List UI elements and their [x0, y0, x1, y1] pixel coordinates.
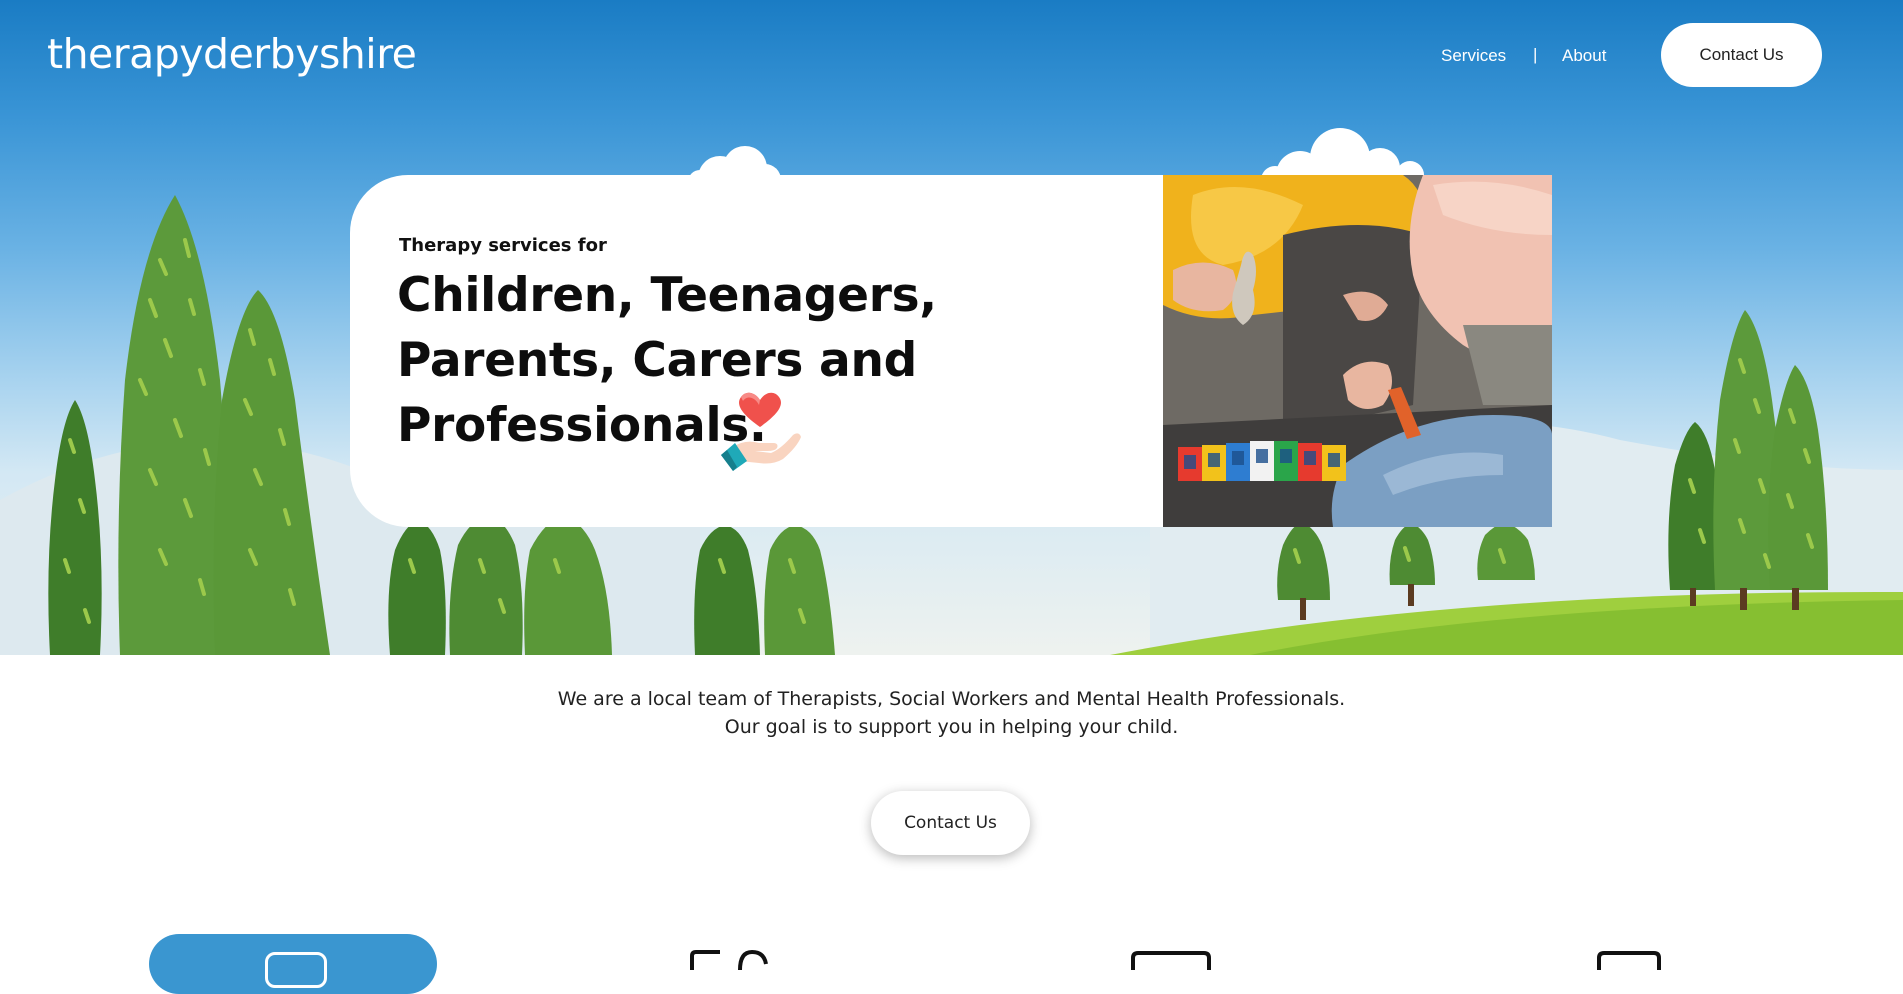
laptop-outline-icon	[265, 952, 327, 988]
intro-line-2: Our goal is to support you in helping yo…	[724, 716, 1179, 738]
service-card-highlighted[interactable]	[149, 934, 437, 994]
chat-icon	[690, 950, 768, 970]
nav-services-link[interactable]: Services	[1441, 46, 1506, 66]
header-contact-button[interactable]: Contact Us	[1661, 23, 1822, 87]
intro-text: We are a local team of Therapists, Socia…	[0, 685, 1903, 741]
heart-in-hand-icon	[721, 392, 801, 471]
nav-separator: |	[1533, 45, 1538, 64]
intro-line-1: We are a local team of Therapists, Socia…	[557, 688, 1346, 710]
intro-contact-button[interactable]: Contact Us	[871, 791, 1030, 855]
hero-banner: therapyderbyshire Services | About Conta…	[0, 0, 1903, 655]
nav-about-link[interactable]: About	[1562, 46, 1606, 66]
hero-eyebrow: Therapy services for	[399, 235, 607, 256]
hero-photo	[1163, 175, 1552, 527]
tablet-icon	[1597, 951, 1661, 970]
hero-card: Therapy services for Children, Teenagers…	[350, 175, 1552, 527]
laptop-icon	[1131, 951, 1211, 970]
site-logo[interactable]: therapyderbyshire	[47, 30, 417, 78]
